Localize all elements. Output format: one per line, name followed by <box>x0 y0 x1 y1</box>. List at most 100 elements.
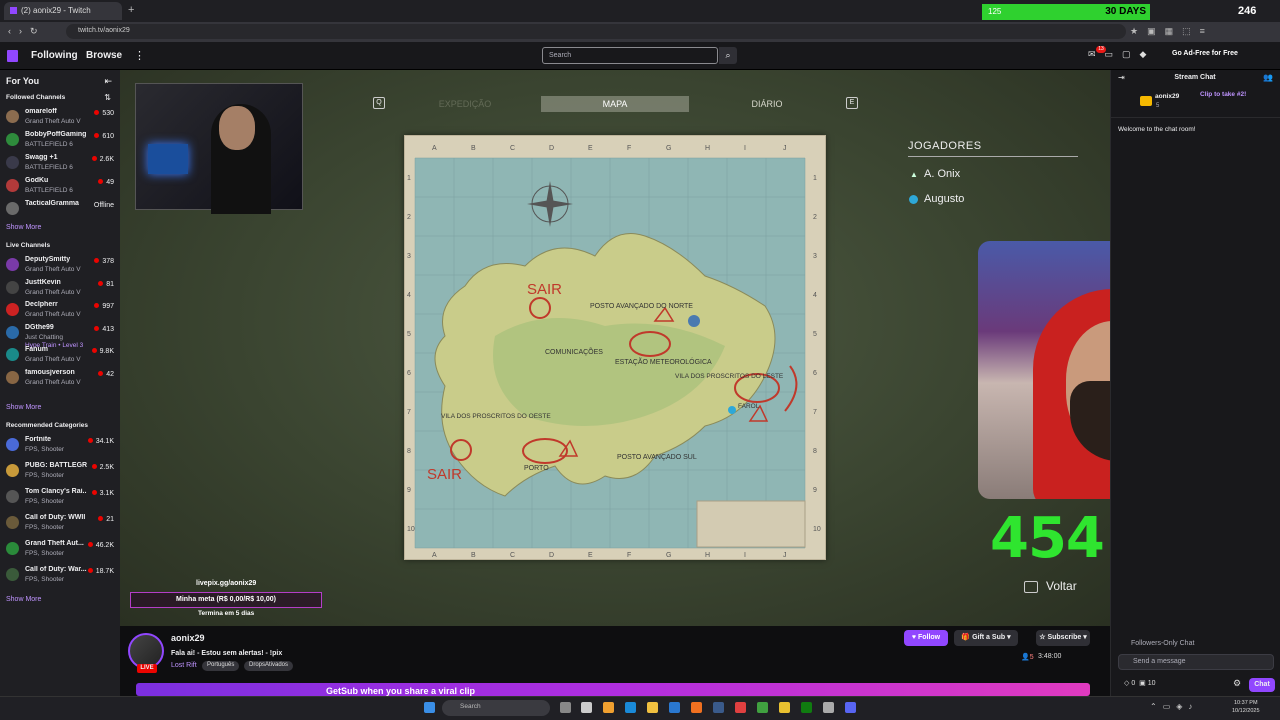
sidebar-item[interactable]: Call of Duty: WWII FPS, Shooter 21 <box>0 512 120 535</box>
sidebar-item[interactable]: famousjverson Grand Theft Auto V 42 <box>0 367 120 390</box>
channel-points[interactable]: ◇ 0 ▣ 10 <box>1124 679 1155 687</box>
new-tab-icon[interactable]: + <box>128 4 134 16</box>
map-label-comunicacoes: COMUNICAÇÕES <box>545 347 603 356</box>
sidebar-item-name: TacticalGramma <box>25 200 79 207</box>
map-row-label: 8 <box>813 448 817 455</box>
app-icon-6[interactable] <box>823 702 834 713</box>
url-field[interactable]: twitch.tv/aonix29 <box>66 24 1126 39</box>
overlay-goal-bar: 125 30 DAYS <box>982 4 1150 20</box>
windows-start-icon[interactable] <box>424 702 435 713</box>
edge-icon[interactable] <box>625 702 636 713</box>
sidebar-item[interactable]: omareloff Grand Theft Auto V 530 <box>0 106 120 129</box>
avatar <box>6 464 19 477</box>
nav-following[interactable]: Following <box>31 50 78 61</box>
pinned-text: Clip to take #2! <box>1200 91 1247 98</box>
taskview-icon[interactable] <box>560 702 571 713</box>
player-triangle-icon: ▲ <box>910 170 918 179</box>
facecam-small <box>135 83 303 214</box>
stream-game-link[interactable]: Lost Rift <box>171 662 197 669</box>
sidebar-item[interactable]: Fortnite FPS, Shooter 34.1K <box>0 434 120 457</box>
go-adfree-button[interactable]: Go Ad-Free for Free <box>1168 48 1242 62</box>
chat-input[interactable]: Send a message <box>1118 654 1274 670</box>
map-row-label: 5 <box>813 331 817 338</box>
more-icon[interactable]: ⋮ <box>134 49 145 62</box>
discord-icon[interactable] <box>845 702 856 713</box>
sort-icon[interactable]: ⇅ <box>104 93 111 102</box>
taskbar-search[interactable]: Search <box>442 700 550 716</box>
map-column-label: A <box>432 552 437 559</box>
tab-mapa[interactable]: MAPA <box>541 96 689 112</box>
cam-face <box>219 106 255 150</box>
tab-diario[interactable]: DIÁRIO <box>700 96 834 112</box>
key-left-hint: Q <box>373 97 385 109</box>
avatar <box>6 490 19 503</box>
show-more-live[interactable]: Show More <box>6 404 41 411</box>
sidebar-item[interactable]: Declpherr Grand Theft Auto V 997 <box>0 299 120 322</box>
viewer-count: 👤5 <box>1021 654 1034 661</box>
sidebar-item[interactable]: Fanum Grand Theft Auto V 9.8K <box>0 344 120 367</box>
chrome-icon[interactable] <box>779 702 790 713</box>
map-label-posto-sul: POSTO AVANÇADO SUL <box>617 454 697 461</box>
back-key-icon <box>1024 580 1038 593</box>
sidebar-item[interactable]: DeputySmitty Grand Theft Auto V 378 <box>0 254 120 277</box>
sidebar-item[interactable]: GodKu BATTLEFIELD 6 49 <box>0 175 120 198</box>
gift-sub-button[interactable]: 🎁 Gift a Sub ▾ <box>954 630 1018 646</box>
extension-icons[interactable]: ★▣▦⬚≡ <box>1130 26 1214 37</box>
tag-portugues[interactable]: Português <box>202 661 240 671</box>
app-icon-5[interactable] <box>757 702 768 713</box>
files-icon[interactable] <box>581 702 592 713</box>
xbox-icon[interactable] <box>801 702 812 713</box>
live-channels-heading: Live Channels <box>6 242 51 249</box>
explorer-icon[interactable] <box>647 702 658 713</box>
collapse-icon[interactable]: ⇤ <box>104 76 112 87</box>
channel-name[interactable]: aonix29 <box>171 633 205 643</box>
voltar-button[interactable]: Voltar <box>1024 579 1077 593</box>
sidebar-item[interactable]: TacticalGramma Offline <box>0 198 120 221</box>
sidebar-item-name: Fanum <box>25 346 48 353</box>
nav-buttons[interactable]: ‹›↻ <box>8 26 46 37</box>
sidebar-item[interactable]: JusttKevin Grand Theft Auto V 81 <box>0 277 120 300</box>
nav-browse[interactable]: Browse <box>86 50 122 61</box>
sidebar-item[interactable]: Grand Theft Aut... FPS, Shooter 46.2K <box>0 538 120 561</box>
donation-goal: Minha meta (R$ 0,00/R$ 10,00) <box>130 592 322 608</box>
browser-tab[interactable]: (2) aonix29 - Twitch <box>4 2 122 20</box>
show-more-categories[interactable]: Show More <box>6 596 41 603</box>
subscribe-label: Subscribe <box>1047 634 1082 641</box>
avatar <box>6 110 19 123</box>
sidebar-item-name: Declpherr <box>25 301 58 308</box>
app-icon-2[interactable] <box>669 702 680 713</box>
chat-settings-icon[interactable]: ⚙ <box>1233 678 1241 689</box>
sidebar-item-viewers: 18.7K <box>88 568 114 575</box>
follow-button[interactable]: ♥ Follow <box>904 630 948 646</box>
pinned-message[interactable] <box>1111 88 1280 118</box>
chat-send-button[interactable]: Chat <box>1249 678 1275 692</box>
sidebar-item[interactable]: Tom Clancy's Rai... FPS, Shooter 3.1K <box>0 486 120 509</box>
avatar <box>6 179 19 192</box>
app-icon-4[interactable] <box>735 702 746 713</box>
tab-expedicao[interactable]: EXPEDIÇÃO <box>400 96 530 112</box>
tag-drops[interactable]: DropsAtivados <box>244 661 294 671</box>
users-icon[interactable]: 👥 <box>1263 73 1273 82</box>
system-tray[interactable]: ⌃▭◈♪ <box>1150 702 1198 711</box>
stream-uptime: 3:48:00 <box>1038 653 1062 660</box>
app-icon-1[interactable] <box>603 702 614 713</box>
taskbar-clock[interactable]: 10:37 PM 10/12/2025 <box>1232 699 1260 715</box>
sidebar-item-game: Grand Theft Auto V <box>25 378 81 386</box>
map-column-label: I <box>744 145 746 152</box>
sidebar-item-game: FPS, Shooter <box>25 576 65 583</box>
search-input[interactable]: Search <box>542 47 718 64</box>
app-icon-3[interactable] <box>691 702 702 713</box>
promo-banner[interactable]: GetSub when you share a viral clip <box>136 683 1090 696</box>
sidebar-item[interactable]: Swagg +1 BATTLEFIELD 6 2.6K <box>0 152 120 175</box>
subscribe-button[interactable]: ☆ Subscribe ▾ <box>1036 630 1090 646</box>
show-more-followed[interactable]: Show More <box>6 224 41 231</box>
sidebar-item[interactable]: DGthe99 Just Chatting 413 Hype Train • Leve… <box>0 322 120 349</box>
twitch-logo-icon[interactable] <box>7 50 18 62</box>
sidebar-item[interactable]: BobbyPoffGaming BATTLEFIELD 6 610 <box>0 129 120 152</box>
search-icon[interactable]: ⌕ <box>719 47 737 64</box>
sidebar-item[interactable]: PUBG: BATTLEGR... FPS, Shooter 2.5K <box>0 460 120 483</box>
game-map[interactable]: SAIR SAIR POSTO AVANÇADO DO NORTE COMUNI… <box>404 135 826 560</box>
stream-title: Fala ai! - Estou sem alertas! - !pix <box>171 650 283 657</box>
steam-icon[interactable] <box>713 702 724 713</box>
sidebar-item[interactable]: Call of Duty: War... FPS, Shooter 18.7K <box>0 564 120 587</box>
